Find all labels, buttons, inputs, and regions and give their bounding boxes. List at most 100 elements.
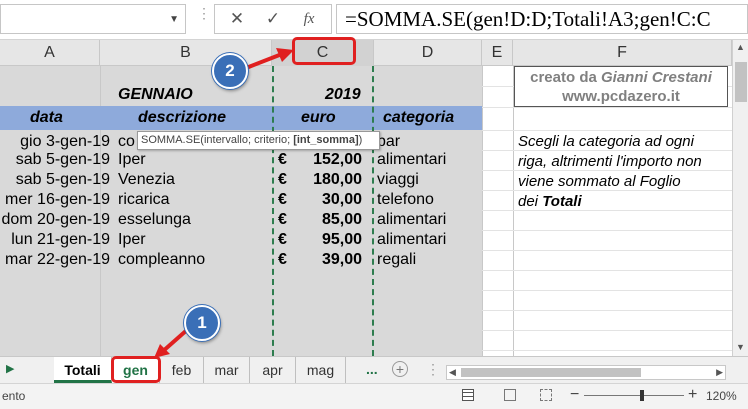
zoom-in-icon[interactable]: + (688, 386, 697, 404)
description-cell[interactable]: ricarica (118, 190, 170, 210)
tab-mar[interactable]: mar (204, 357, 250, 383)
tab-scroll-right-icon[interactable]: ▶ (6, 362, 14, 375)
credit-site: www.pcdazero.it (562, 88, 680, 105)
function-tooltip: SOMMA.SE(intervallo; criterio; [int_somm… (137, 131, 380, 150)
date-cell[interactable]: mar 22-gen-19 (5, 250, 110, 270)
note-line: Scegli la categoria ad ogni (518, 133, 694, 150)
gridline (482, 310, 732, 311)
description-cell[interactable]: Iper (118, 230, 146, 250)
splitter-handle[interactable]: ⋮ (197, 6, 211, 30)
credit-prefix: creato da (530, 69, 601, 86)
gridline (482, 270, 732, 271)
header-data: data (30, 109, 63, 126)
chevron-down-icon[interactable]: ▼ (169, 14, 179, 25)
description-cell[interactable]: co (118, 132, 135, 152)
zoom-slider-handle[interactable] (640, 390, 644, 401)
callout-badge-1: 1 (184, 305, 220, 341)
gridline (513, 66, 514, 356)
add-sheet-button[interactable]: + (392, 361, 408, 377)
scroll-left-icon[interactable]: ◀ (449, 366, 456, 379)
scroll-thumb[interactable] (735, 62, 747, 102)
date-cell[interactable]: mer 16-gen-19 (5, 190, 110, 210)
zoom-level[interactable]: 120% (706, 389, 737, 403)
column-header-e[interactable]: E (482, 40, 513, 66)
currency-cell: € (278, 231, 287, 248)
zoom-out-icon[interactable]: − (570, 386, 579, 404)
zoom-slider[interactable] (584, 395, 684, 396)
tab-mag[interactable]: mag (296, 357, 346, 383)
date-cell[interactable]: gio 3-gen-19 (20, 132, 110, 152)
worksheet-grid[interactable]: GENNAIO 2019 data descrizione euro categ… (0, 66, 732, 356)
formula-input[interactable]: =SOMMA.SE(gen!D:D;Totali!A3;gen!C:C (336, 4, 748, 34)
category-cell[interactable]: alimentari (377, 210, 446, 230)
description-cell[interactable]: compleanno (118, 250, 205, 270)
category-cell[interactable]: telefono (377, 190, 434, 210)
more-tabs-button[interactable]: ... (366, 361, 378, 377)
tooltip-text: SOMMA.SE(intervallo; criterio; (141, 134, 294, 146)
description-cell[interactable]: Iper (118, 150, 146, 170)
amount-cell[interactable]: 152,00 (313, 150, 362, 170)
gridline (482, 330, 732, 331)
splitter-icon[interactable]: ⋮ (426, 361, 440, 378)
page-layout-icon[interactable] (504, 389, 516, 401)
scroll-right-icon[interactable]: ▶ (716, 366, 723, 379)
category-cell[interactable]: alimentari (377, 230, 446, 250)
arrow-icon (245, 48, 294, 70)
tab-totali[interactable]: Totali (54, 357, 112, 383)
status-text: ento (2, 389, 26, 403)
gridline (482, 290, 732, 291)
highlight-gen-tab (111, 356, 161, 383)
normal-view-icon[interactable] (462, 389, 474, 401)
amount-cell[interactable]: 85,00 (322, 210, 362, 230)
gridline (482, 130, 732, 131)
column-header-f[interactable]: F (513, 40, 732, 66)
date-cell[interactable]: lun 21-gen-19 (11, 230, 110, 250)
hscroll-thumb[interactable] (461, 368, 641, 377)
amount-cell[interactable]: 180,00 (313, 170, 362, 190)
category-cell[interactable]: regali (377, 250, 416, 270)
page-break-icon[interactable] (540, 389, 552, 401)
gridline (482, 250, 732, 251)
currency-cell: € (278, 211, 287, 228)
category-cell[interactable]: bar (377, 132, 400, 152)
date-cell[interactable]: sab 5-gen-19 (16, 170, 110, 190)
credit-box: creato da Gianni Crestani www.pcdazero.i… (514, 66, 728, 107)
currency-cell: € (278, 191, 287, 208)
horizontal-scrollbar[interactable]: ◀ ▶ (446, 365, 726, 380)
year-title: 2019 (325, 86, 361, 103)
amount-cell[interactable]: 30,00 (322, 190, 362, 210)
date-cell[interactable]: sab 5-gen-19 (16, 150, 110, 170)
month-title: GENNAIO (118, 86, 193, 103)
column-header-a[interactable]: A (0, 40, 100, 66)
scroll-down-icon[interactable]: ▼ (736, 342, 745, 352)
callout-badge-2: 2 (212, 53, 248, 89)
note-line: dei Totali (518, 192, 582, 212)
formula-bar: ▼ ⋮ ✕ ✓ fx =SOMMA.SE(gen!D:D;Totali!A3;g… (0, 0, 748, 40)
category-cell[interactable]: alimentari (377, 150, 446, 170)
note-line: riga, altrimenti l'importo non (518, 153, 702, 170)
header-euro: euro (301, 109, 336, 126)
vertical-scrollbar[interactable]: ▲ ▼ (732, 40, 748, 356)
column-header-d[interactable]: D (374, 40, 482, 66)
header-descrizione: descrizione (138, 109, 227, 126)
gridline (482, 350, 732, 351)
credit-author: Gianni Crestani (601, 69, 712, 86)
name-box[interactable]: ▼ (0, 4, 186, 34)
enter-icon[interactable]: ✓ (255, 5, 291, 33)
date-cell[interactable]: dom 20-gen-19 (1, 210, 110, 230)
amount-cell[interactable]: 39,00 (322, 250, 362, 270)
description-cell[interactable]: esselunga (118, 210, 191, 230)
tooltip-suffix: ) (358, 134, 363, 146)
insert-function-icon[interactable]: fx (291, 5, 327, 33)
cancel-icon[interactable]: ✕ (219, 5, 255, 33)
note-line: viene sommato al Foglio (518, 173, 681, 190)
description-cell[interactable]: Venezia (118, 170, 175, 190)
currency-cell: € (278, 251, 287, 268)
scroll-up-icon[interactable]: ▲ (736, 42, 745, 52)
amount-cell[interactable]: 95,00 (322, 230, 362, 250)
gridline (482, 107, 732, 108)
category-cell[interactable]: viaggi (377, 170, 419, 190)
tab-apr[interactable]: apr (250, 357, 296, 383)
tab-feb[interactable]: feb (160, 357, 204, 383)
currency-cell: € (278, 151, 287, 168)
